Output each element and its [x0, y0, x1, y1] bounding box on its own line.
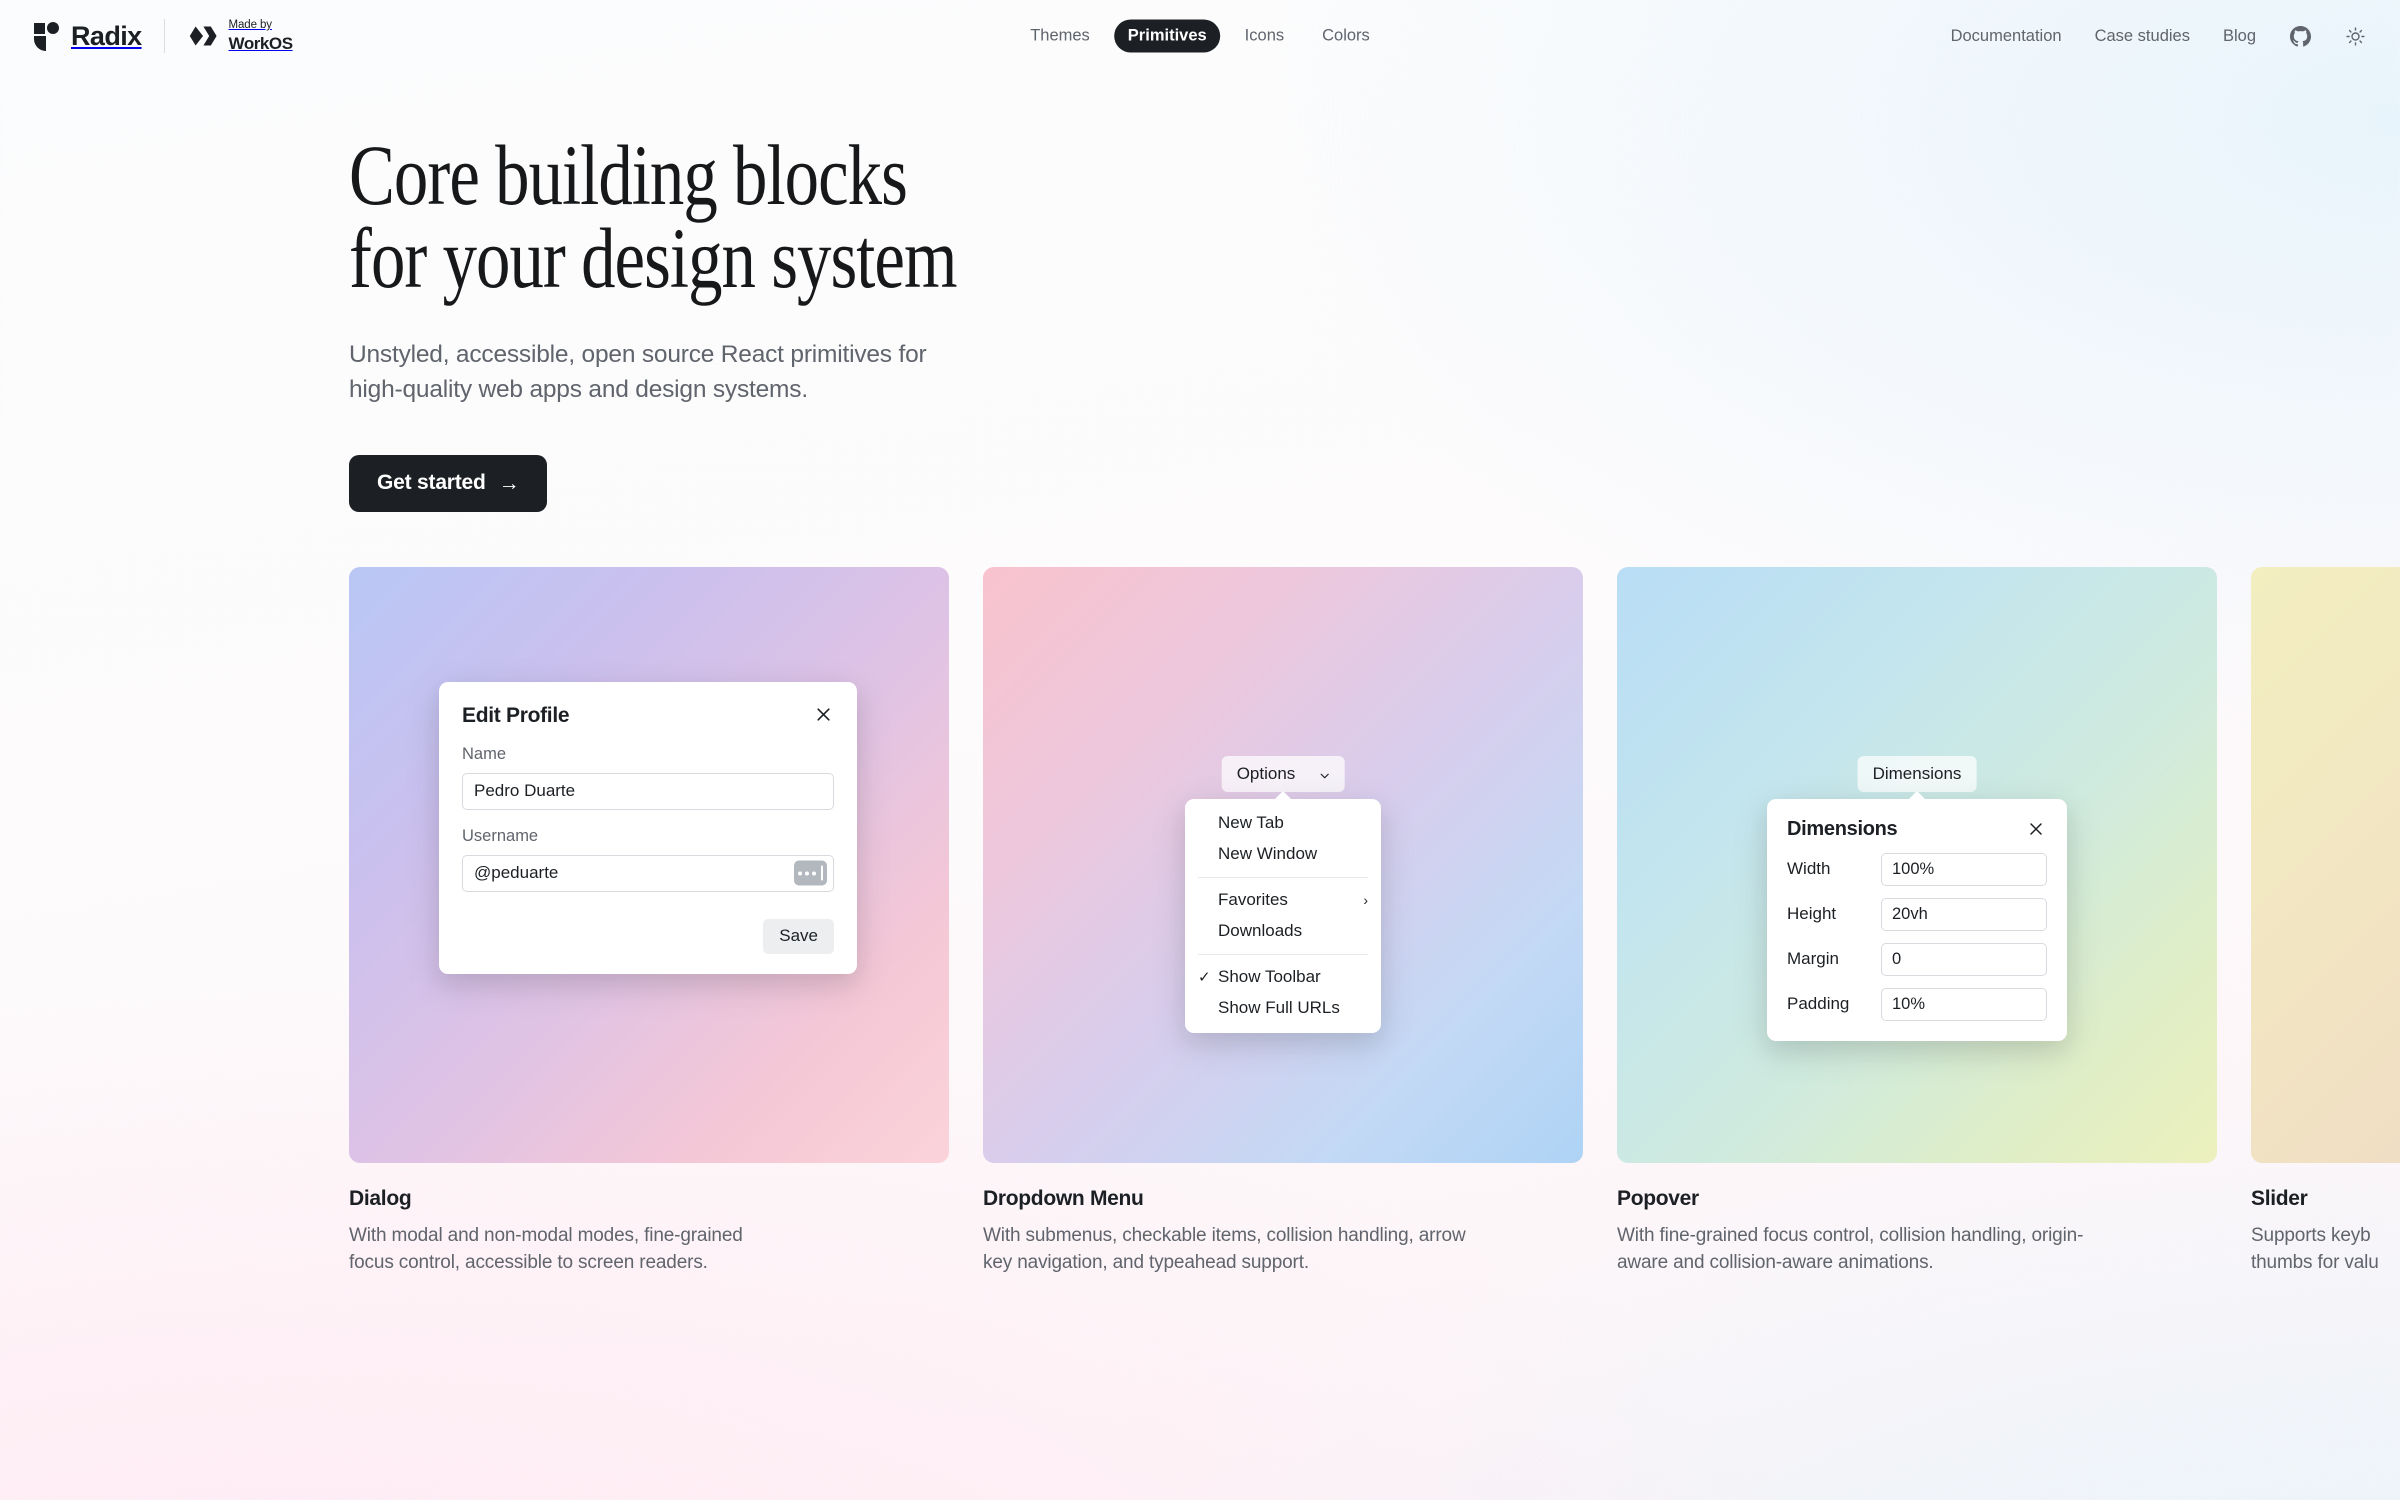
menu-item-label: Show Full URLs: [1218, 998, 1340, 1018]
menu-item-show-full-urls[interactable]: Show Full URLs: [1185, 993, 1381, 1024]
dialog-demo-surface: Edit Profile Name Pedro Duarte Username …: [349, 566, 949, 1163]
dropdown-demo-surface: Options New Tab New Window Favorites › D…: [983, 566, 1583, 1163]
workos-made-by-label: Made by: [228, 19, 273, 32]
nav-primitives[interactable]: Primitives: [1113, 19, 1221, 53]
menu-separator: [1198, 953, 1368, 955]
card-title-slider: Slider: [2251, 1186, 2308, 1210]
popover-row-margin: Margin 0: [1787, 942, 2047, 976]
menu-item-new-window[interactable]: New Window: [1185, 839, 1381, 870]
dialog-title: Edit Profile: [462, 703, 570, 727]
username-input[interactable]: @peduarte: [462, 854, 834, 892]
hero-section: Core building blocks for your design sys…: [0, 72, 2400, 512]
dimensions-popover-trigger[interactable]: Dimensions: [1857, 755, 1977, 792]
workos-link[interactable]: Made by WorkOS: [187, 20, 293, 52]
hero-subtitle: Unstyled, accessible, open source React …: [349, 340, 927, 403]
slider-demo-surface: [2251, 566, 2400, 1163]
menu-separator: [1198, 876, 1368, 878]
radix-home-link[interactable]: Radix: [34, 21, 142, 52]
primary-nav: Themes Primitives Icons Colors: [1016, 19, 1384, 53]
nav-case-studies[interactable]: Case studies: [2095, 27, 2190, 46]
card-description-dialog: With modal and non-modal modes, fine-gra…: [349, 1224, 743, 1273]
menu-item-label: Downloads: [1218, 921, 1303, 941]
showcase-card-dialog: Edit Profile Name Pedro Duarte Username …: [349, 566, 949, 1277]
card-title-dialog: Dialog: [349, 1186, 412, 1210]
dimensions-popover: Dimensions Width 100% Height 20vh Margin…: [1767, 798, 2067, 1041]
width-input[interactable]: 100%: [1881, 852, 2047, 886]
dropdown-menu: New Tab New Window Favorites › Downloads…: [1185, 798, 1381, 1033]
popover-row-width: Width 100%: [1787, 852, 2047, 886]
height-input[interactable]: 20vh: [1881, 897, 2047, 931]
width-label: Width: [1787, 859, 1831, 879]
menu-item-label: New Tab: [1218, 813, 1284, 833]
nav-themes[interactable]: Themes: [1016, 20, 1104, 53]
get-started-button[interactable]: Get started →: [349, 454, 548, 512]
name-field-label: Name: [462, 744, 507, 763]
margin-label: Margin: [1787, 949, 1839, 969]
check-icon: ✓: [1198, 969, 1211, 987]
component-showcase: Edit Profile Name Pedro Duarte Username …: [0, 566, 2400, 1277]
height-label: Height: [1787, 904, 1837, 924]
popover-demo-surface: Dimensions Dimensions Width 100% Height: [1617, 566, 2217, 1163]
name-input-value: Pedro Duarte: [474, 781, 576, 801]
site-header: Radix Made by WorkOS Themes Primitives I…: [0, 0, 2400, 72]
card-description-slider: Supports keyb thumbs for valu: [2251, 1224, 2379, 1273]
menu-item-show-toolbar[interactable]: ✓ Show Toolbar: [1185, 962, 1381, 993]
menu-item-label: Favorites: [1218, 890, 1288, 910]
menu-item-new-tab[interactable]: New Tab: [1185, 808, 1381, 839]
popover-row-padding: Padding 10%: [1787, 987, 2047, 1021]
secondary-nav: Documentation Case studies Blog: [1951, 25, 2366, 47]
card-title-popover: Popover: [1617, 1186, 1699, 1210]
github-icon[interactable]: [2289, 25, 2311, 47]
popover-row-height: Height 20vh: [1787, 897, 2047, 931]
close-icon[interactable]: [2025, 818, 2047, 840]
nav-icons[interactable]: Icons: [1231, 20, 1298, 53]
nav-colors[interactable]: Colors: [1308, 20, 1384, 53]
popover-title: Dimensions: [1787, 817, 1898, 840]
brand-divider: [163, 19, 165, 53]
workos-wordmark: WorkOS: [228, 33, 294, 53]
sun-icon[interactable]: [2344, 25, 2366, 47]
name-input[interactable]: Pedro Duarte: [462, 772, 834, 810]
options-dropdown-trigger[interactable]: Options: [1221, 755, 1345, 792]
card-title-dropdown-menu: Dropdown Menu: [983, 1186, 1144, 1210]
menu-item-label: New Window: [1218, 844, 1318, 864]
menu-item-favorites[interactable]: Favorites ›: [1185, 885, 1381, 916]
showcase-card-dropdown-menu: Options New Tab New Window Favorites › D…: [983, 566, 1583, 1277]
nav-blog[interactable]: Blog: [2223, 27, 2256, 46]
radix-logo-icon: [34, 21, 60, 51]
padding-input[interactable]: 10%: [1881, 987, 2047, 1021]
chevron-down-icon: [1317, 768, 1329, 780]
close-icon[interactable]: [812, 704, 834, 726]
arrow-right-icon: →: [498, 471, 520, 495]
menu-item-label: Show Toolbar: [1218, 967, 1321, 987]
showcase-card-popover: Dimensions Dimensions Width 100% Height: [1617, 566, 2217, 1277]
workos-logo-icon: [187, 20, 219, 52]
username-field-label: Username: [462, 826, 539, 845]
showcase-card-slider: Slider Supports keyb thumbs for valu: [2251, 566, 2400, 1277]
radix-wordmark: Radix: [71, 20, 142, 51]
get-started-label: Get started: [377, 471, 486, 495]
card-description-dropdown-menu: With submenus, checkable items, collisio…: [983, 1224, 1466, 1273]
text-selection-handle-icon[interactable]: [794, 860, 827, 886]
options-trigger-label: Options: [1236, 763, 1296, 783]
brand-group: Radix Made by WorkOS: [34, 19, 293, 53]
padding-label: Padding: [1787, 994, 1850, 1014]
card-description-popover: With fine-grained focus control, collisi…: [1617, 1224, 2084, 1273]
page-title: Core building blocks for your design sys…: [349, 127, 958, 307]
save-button[interactable]: Save: [763, 918, 834, 954]
margin-input[interactable]: 0: [1881, 942, 2047, 976]
edit-profile-dialog: Edit Profile Name Pedro Duarte Username …: [439, 681, 857, 974]
username-input-value: @peduarte: [474, 863, 559, 883]
menu-item-downloads[interactable]: Downloads: [1185, 916, 1381, 947]
chevron-right-icon: ›: [1363, 892, 1368, 909]
nav-documentation[interactable]: Documentation: [1951, 27, 2062, 46]
